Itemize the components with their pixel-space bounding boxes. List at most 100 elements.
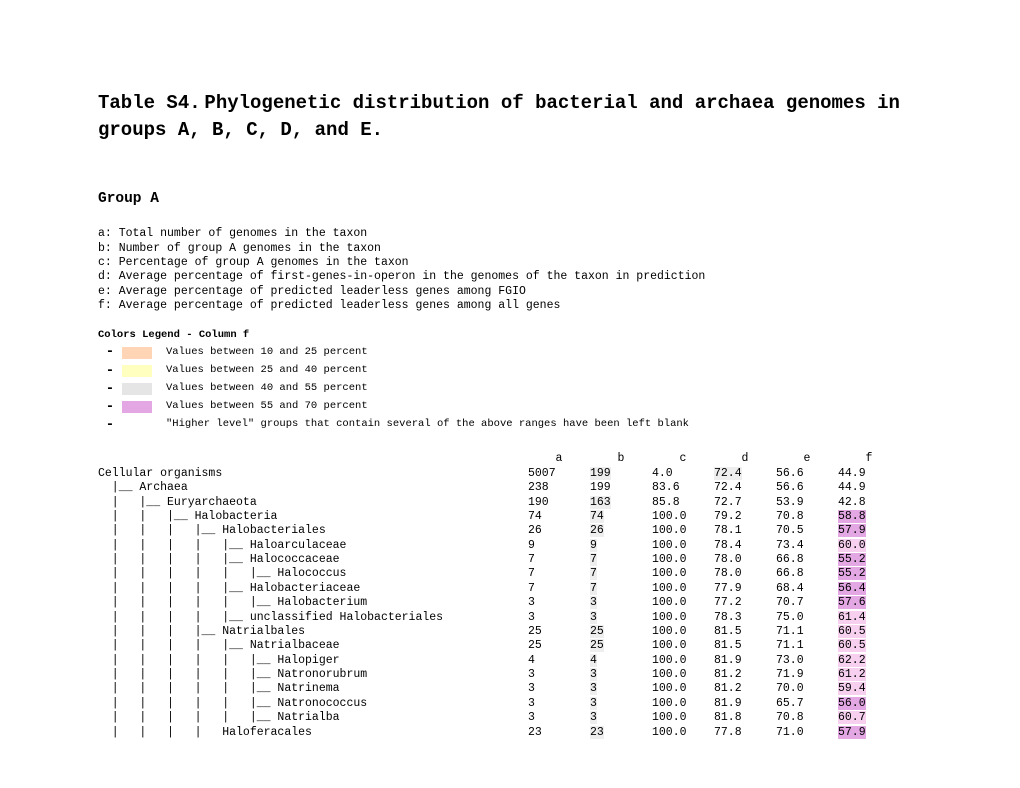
table-cell: 81.5 (714, 639, 776, 653)
table-cell: 5007 (528, 467, 590, 481)
table-row: | | | | |__ Natrialbaceae2525100.081.571… (98, 639, 922, 653)
table-cell: 3 (590, 697, 652, 711)
table-row: | | | |__ Natrialbales2525100.081.571.16… (98, 625, 922, 639)
table-cell: 23 (590, 726, 652, 740)
definition-line: c: Percentage of group A genomes in the … (98, 256, 922, 270)
table-cell: 190 (528, 496, 590, 510)
table-cell: 100.0 (652, 611, 714, 625)
table-cell: 4 (590, 654, 652, 668)
definition-line: b: Number of group A genomes in the taxo… (98, 242, 922, 256)
definition-line: e: Average percentage of predicted leade… (98, 285, 922, 299)
table-cell: 3 (528, 596, 590, 610)
legend-row: - "Higher level" groups that contain sev… (98, 416, 922, 434)
table-cell: 42.8 (838, 496, 900, 510)
table-cell: 3 (528, 611, 590, 625)
table-cell: 60.5 (838, 625, 900, 639)
table-cell: 7 (528, 553, 590, 567)
table-cell: 100.0 (652, 539, 714, 553)
table-cell: 72.7 (714, 496, 776, 510)
table-cell: 79.2 (714, 510, 776, 524)
table-row: | | | |__ Halobacteriales2626100.078.170… (98, 524, 922, 538)
table-cell: 56.4 (838, 582, 900, 596)
table-cell: 25 (528, 625, 590, 639)
table-cell: 81.8 (714, 711, 776, 725)
table-cell: 100.0 (652, 582, 714, 596)
taxon-tree-cell: | | | | | |__ Halococcus (98, 567, 528, 581)
table-cell: 56.6 (776, 467, 838, 481)
table-cell: 100.0 (652, 668, 714, 682)
table-row: | | | | Haloferacales2323100.077.871.057… (98, 726, 922, 740)
table-cell: 75.0 (776, 611, 838, 625)
column-header: b (590, 452, 652, 466)
table-cell: 70.5 (776, 524, 838, 538)
data-table: a b c d e f Cellular organisms50071994.0… (98, 452, 922, 740)
table-cell: 100.0 (652, 697, 714, 711)
definitions-block: a: Total number of genomes in the taxon … (98, 227, 922, 313)
table-row: | | | | | |__ Natronorubrum33100.081.271… (98, 668, 922, 682)
legend-text: Values between 55 and 70 percent (166, 400, 368, 414)
legend-text: Values between 40 and 55 percent (166, 382, 368, 396)
taxon-tree-cell: | | |__ Halobacteria (98, 510, 528, 524)
table-cell: 3 (590, 596, 652, 610)
taxon-tree-cell: | | | | | |__ Halopiger (98, 654, 528, 668)
table-cell: 70.0 (776, 682, 838, 696)
legend-swatch (122, 347, 152, 359)
table-cell: 3 (528, 711, 590, 725)
legend-swatch (122, 401, 152, 413)
table-cell: 163 (590, 496, 652, 510)
table-row: Cellular organisms50071994.072.456.644.9 (98, 467, 922, 481)
table-cell: 3 (590, 611, 652, 625)
table-cell: 56.6 (776, 481, 838, 495)
table-cell: 66.8 (776, 553, 838, 567)
taxon-tree-cell: | | | | | |__ Natronorubrum (98, 668, 528, 682)
table-cell: 25 (590, 625, 652, 639)
table-row: | | | | | |__ Halopiger44100.081.973.062… (98, 654, 922, 668)
definition-line: a: Total number of genomes in the taxon (98, 227, 922, 241)
taxon-tree-cell: | | | | Haloferacales (98, 726, 528, 740)
table-cell: 57.6 (838, 596, 900, 610)
table-cell: 100.0 (652, 726, 714, 740)
definition-line: f: Average percentage of predicted leade… (98, 299, 922, 313)
table-cell: 70.8 (776, 711, 838, 725)
table-cell: 44.9 (838, 467, 900, 481)
table-row: |__ Archaea23819983.672.456.644.9 (98, 481, 922, 495)
legend-swatch (122, 383, 152, 395)
table-cell: 60.5 (838, 639, 900, 653)
table-row: | | | | | |__ Natrialba33100.081.870.860… (98, 711, 922, 725)
table-cell: 23 (528, 726, 590, 740)
table-cell: 3 (528, 682, 590, 696)
table-cell: 73.4 (776, 539, 838, 553)
table-cell: 83.6 (652, 481, 714, 495)
column-header: a (528, 452, 590, 466)
legend-text: "Higher level" groups that contain sever… (166, 418, 689, 432)
legend-row: - Values between 55 and 70 percent (98, 398, 922, 416)
table-cell: 60.7 (838, 711, 900, 725)
table-cell: 62.2 (838, 654, 900, 668)
table-cell: 56.0 (838, 697, 900, 711)
table-cell: 81.2 (714, 668, 776, 682)
column-header: c (652, 452, 714, 466)
table-cell: 26 (590, 524, 652, 538)
table-cell: 71.1 (776, 639, 838, 653)
table-cell: 44.9 (838, 481, 900, 495)
table-cell: 26 (528, 524, 590, 538)
table-cell: 3 (528, 697, 590, 711)
table-cell: 78.1 (714, 524, 776, 538)
taxon-tree-cell: | | | | |__ unclassified Halobacteriales (98, 611, 528, 625)
table-cell: 81.9 (714, 697, 776, 711)
legend-text: Values between 25 and 40 percent (166, 364, 368, 378)
taxon-tree-cell: |__ Archaea (98, 481, 528, 495)
column-header: e (776, 452, 838, 466)
taxon-tree-cell: | | | | | |__ Natrialba (98, 711, 528, 725)
table-cell: 71.0 (776, 726, 838, 740)
table-cell: 238 (528, 481, 590, 495)
table-cell: 77.8 (714, 726, 776, 740)
table-cell: 3 (590, 711, 652, 725)
taxon-tree-cell: | | | | |__ Haloarculaceae (98, 539, 528, 553)
table-cell: 53.9 (776, 496, 838, 510)
column-header: f (838, 452, 900, 466)
table-row: | | | | |__ Haloarculaceae99100.078.473.… (98, 539, 922, 553)
legend-dash: - (98, 362, 122, 380)
group-heading: Group A (98, 191, 922, 207)
table-cell: 199 (590, 481, 652, 495)
